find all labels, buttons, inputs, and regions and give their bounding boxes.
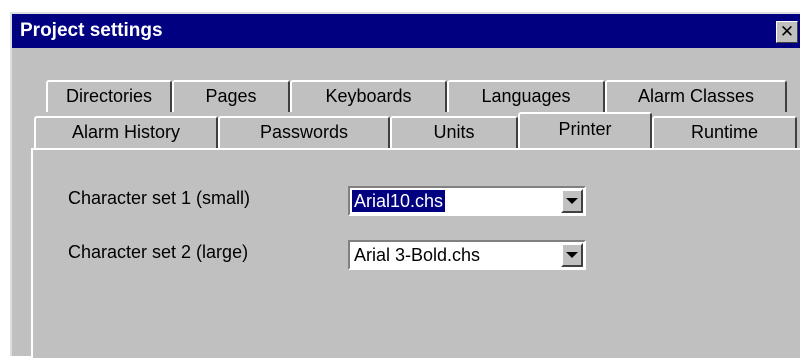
tab-alarm-classes[interactable]: Alarm Classes bbox=[605, 80, 787, 112]
tab-runtime[interactable]: Runtime bbox=[652, 116, 797, 148]
charset-small-label: Character set 1 (small) bbox=[68, 188, 251, 208]
tab-label: Alarm Classes bbox=[637, 86, 755, 106]
printer-tab-panel: Character set 1 (small) Arial10.chs Char… bbox=[31, 148, 800, 358]
tab-label: Keyboards bbox=[325, 86, 412, 106]
charset-large-combo[interactable]: Arial 3-Bold.chs bbox=[348, 240, 586, 270]
close-button[interactable]: ✕ bbox=[776, 21, 798, 43]
dropdown-arrow-icon[interactable] bbox=[561, 243, 583, 267]
tab-units[interactable]: Units bbox=[390, 116, 518, 148]
charset-small-value: Arial10.chs bbox=[352, 190, 446, 212]
title-bar: Project settings ✕ bbox=[12, 14, 800, 48]
tab-label: Directories bbox=[65, 86, 153, 106]
window-title: Project settings bbox=[20, 20, 163, 41]
dropdown-arrow-icon[interactable] bbox=[561, 189, 583, 213]
charset-small-combo[interactable]: Arial10.chs bbox=[348, 186, 586, 216]
tab-directories[interactable]: Directories bbox=[46, 80, 172, 112]
charset-large-value: Arial 3-Bold.chs bbox=[354, 245, 481, 265]
tab-printer[interactable]: Printer bbox=[518, 112, 652, 148]
tab-languages[interactable]: Languages bbox=[447, 80, 605, 112]
tab-label: Runtime bbox=[690, 122, 759, 142]
tab-label: Printer bbox=[558, 119, 612, 139]
tab-pages[interactable]: Pages bbox=[172, 80, 290, 112]
tab-label: Pages bbox=[205, 86, 257, 106]
charset-large-label: Character set 2 (large) bbox=[68, 242, 249, 262]
close-icon: ✕ bbox=[779, 22, 795, 41]
tab-passwords[interactable]: Passwords bbox=[218, 116, 390, 148]
project-settings-dialog: Project settings ✕ Directories Pages Key… bbox=[10, 12, 800, 358]
tab-label: Passwords bbox=[259, 122, 349, 142]
tab-keyboards[interactable]: Keyboards bbox=[290, 80, 447, 112]
tab-label: Languages bbox=[481, 86, 571, 106]
tab-label: Units bbox=[433, 122, 475, 142]
tab-alarm-history[interactable]: Alarm History bbox=[34, 116, 218, 148]
tab-label: Alarm History bbox=[71, 122, 180, 142]
